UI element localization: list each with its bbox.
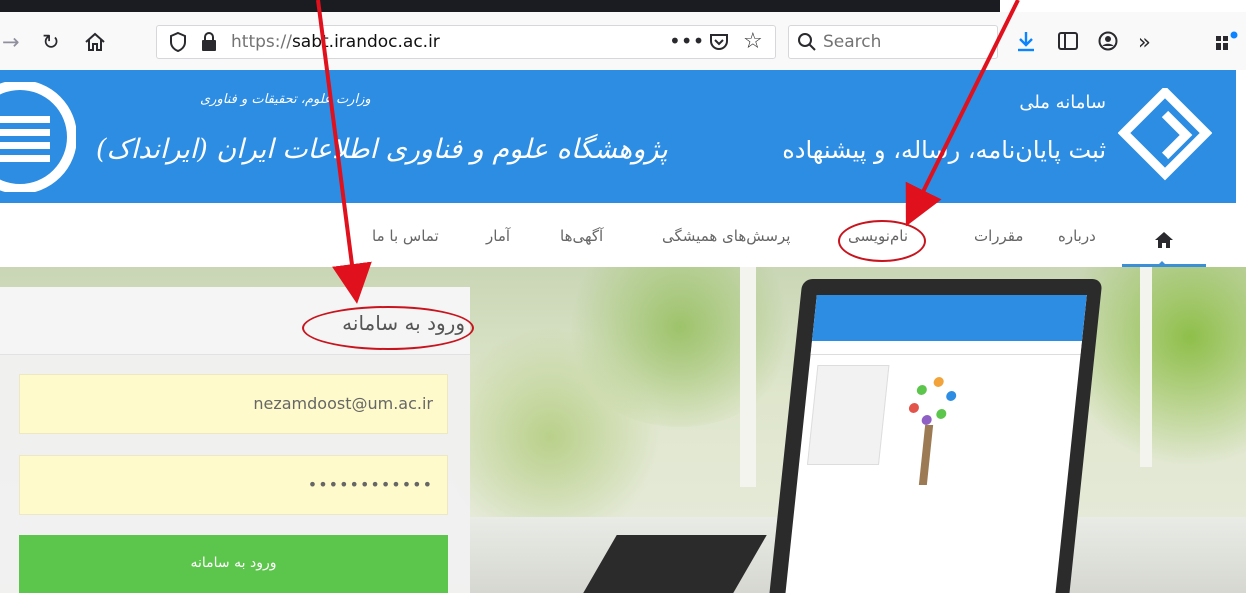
home-icon-svg — [85, 32, 105, 51]
browser-toolbar: → ↻ https://sabt.irandoc.ac.ir ••• ☆ Sea… — [0, 12, 1246, 70]
overflow-chevrons-icon[interactable]: » — [1138, 31, 1151, 53]
nav-item-ads[interactable]: آگهی‌ها — [560, 227, 603, 245]
laptop-display — [785, 295, 1087, 593]
url-host: sabt.irandoc.ac.ir — [291, 32, 440, 52]
tree-dot — [921, 415, 933, 425]
reload-icon[interactable]: ↻ — [42, 31, 60, 53]
laptop-mini-header — [811, 295, 1087, 341]
nav-item-contact[interactable]: تماس با ما — [372, 227, 439, 245]
tree-dot — [935, 409, 947, 419]
hero-area: ورود به سامانه nezamdoost@um.ac.ir •••••… — [0, 267, 1246, 593]
search-bar[interactable]: Search — [788, 25, 998, 59]
password-field[interactable]: •••••••••••• — [19, 455, 448, 515]
tree-dot — [908, 403, 920, 413]
laptop-image — [769, 279, 1103, 593]
address-bar[interactable]: https://sabt.irandoc.ac.ir ••• ☆ — [156, 25, 776, 59]
email-value: nezamdoost@um.ac.ir — [253, 394, 433, 413]
system-title: ثبت پایان‌نامه، رساله، و پیشنهاده — [782, 136, 1106, 164]
extensions-icon[interactable] — [1214, 30, 1240, 56]
banner-edge — [1236, 70, 1246, 203]
library-icon[interactable] — [1058, 32, 1078, 54]
home-icon — [1154, 231, 1174, 253]
ministry-label: وزارت علوم، تحقیقات و فناوری — [200, 92, 371, 107]
window-pillar — [1140, 267, 1152, 467]
download-icon[interactable] — [1016, 30, 1036, 56]
laptop-mini-panel — [806, 365, 890, 465]
tree-trunk — [918, 425, 934, 485]
tree-dot — [945, 391, 957, 401]
nav-home-tab[interactable] — [1122, 217, 1206, 267]
tracking-shield-icon[interactable] — [169, 31, 187, 57]
url-prefix: https:// — [231, 32, 292, 52]
page-actions-icon[interactable]: ••• — [669, 29, 704, 53]
annotation-oval-login-title — [302, 306, 474, 350]
sabt-logo-icon[interactable] — [1117, 85, 1213, 188]
site-banner: سامانه ملی ثبت پایان‌نامه، رساله، و پیشن… — [0, 70, 1246, 203]
password-value: •••••••••••• — [307, 475, 433, 494]
lock-icon[interactable] — [201, 32, 217, 56]
nav-item-rules[interactable]: مقررات — [974, 227, 1023, 245]
login-button-label: ورود به سامانه — [190, 555, 277, 571]
system-label: سامانه ملی — [1019, 92, 1106, 113]
tree-dot — [933, 377, 945, 387]
nav-item-about[interactable]: درباره — [1058, 227, 1096, 245]
foliage-blob — [440, 327, 660, 547]
nav-item-stats[interactable]: آمار — [486, 227, 510, 245]
email-field[interactable]: nezamdoost@um.ac.ir — [19, 374, 448, 434]
window-pillar — [740, 267, 756, 487]
search-placeholder: Search — [823, 32, 882, 52]
account-icon[interactable] — [1098, 31, 1118, 55]
org-name: پژوهشگاه علوم و فناوری اطلاعات ایران (ای… — [96, 134, 668, 165]
window-top-strip — [0, 0, 1000, 12]
search-icon — [797, 32, 817, 56]
url-text[interactable]: https://sabt.irandoc.ac.ir — [231, 32, 440, 52]
tree-dot — [916, 385, 928, 395]
main-nav: درباره مقررات نام‌نویسی پرسش‌های همیشگی … — [0, 203, 1246, 267]
irandoc-logo-icon[interactable] — [0, 80, 77, 196]
laptop-mini-nav — [810, 341, 1082, 355]
forward-icon[interactable]: → — [2, 31, 20, 53]
home-icon[interactable] — [84, 31, 106, 57]
pocket-icon[interactable] — [709, 32, 729, 56]
bookmark-star-icon[interactable]: ☆ — [743, 29, 763, 54]
nav-item-faq[interactable]: پرسش‌های همیشگی — [662, 227, 790, 245]
annotation-oval-register — [838, 220, 926, 262]
login-button[interactable]: ورود به سامانه — [19, 535, 448, 593]
